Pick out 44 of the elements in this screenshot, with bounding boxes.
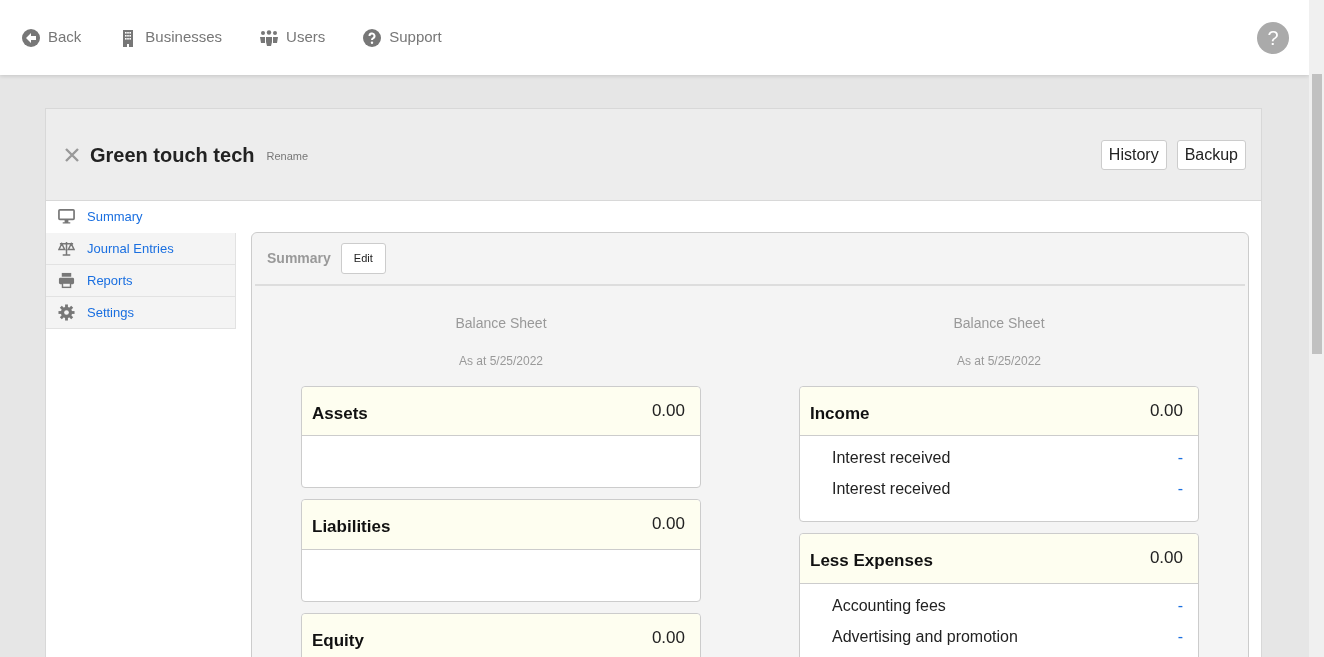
section-name: Liabilities	[312, 516, 391, 538]
section-name: Less Expenses	[810, 550, 933, 572]
section-name: Income	[810, 402, 870, 425]
section-total: 0.00	[1149, 547, 1183, 569]
users-icon	[260, 28, 279, 47]
nav-link[interactable]: Support	[363, 26, 442, 49]
printer-icon	[58, 272, 75, 289]
sidebar-item[interactable]: Settings	[46, 297, 236, 329]
section-total: 0.00	[651, 399, 685, 422]
report-title: Balance Sheet	[953, 313, 1045, 333]
report-title: Balance Sheet	[455, 313, 547, 333]
nav-link[interactable]: Users	[260, 26, 326, 49]
settings-icon	[58, 304, 75, 321]
account-name: Accounting fees	[832, 595, 946, 616]
help-icon	[363, 28, 382, 47]
section-total: 0.00	[651, 513, 685, 535]
sidebar-item[interactable]: Journal Entries	[46, 233, 236, 265]
account-value[interactable]: -	[1177, 593, 1183, 625]
close-icon[interactable]	[64, 146, 80, 163]
account-value[interactable]: -	[1177, 624, 1183, 656]
rename-link[interactable]: Rename	[266, 148, 309, 165]
business-name: Green touch tech	[90, 142, 255, 168]
section-total: 0.00	[651, 626, 685, 649]
account-value[interactable]: -	[1177, 446, 1183, 477]
scale-icon	[58, 240, 75, 257]
sidebar-item[interactable]: Reports	[46, 265, 236, 297]
scrollbar[interactable]	[1309, 0, 1324, 657]
action-button[interactable]: History	[1100, 139, 1167, 170]
account-name: Advertising and promotion	[832, 626, 1018, 647]
summary-title: Summary	[267, 248, 331, 268]
account-name: Interest received	[832, 479, 951, 499]
account-name: Interest received	[832, 448, 951, 468]
section-total: 0.00	[1149, 399, 1183, 422]
account-value[interactable]: -	[1177, 477, 1183, 508]
section-name: Equity	[312, 629, 364, 652]
edit-button[interactable]: Edit	[340, 243, 386, 274]
back-icon	[22, 28, 40, 47]
monitor-icon	[58, 208, 75, 225]
nav-link[interactable]: Businesses	[119, 26, 223, 49]
nav-link[interactable]: Back	[22, 26, 82, 49]
report-date: As at 5/25/2022	[458, 352, 544, 370]
action-button[interactable]: Backup	[1176, 139, 1246, 170]
section-name: Assets	[312, 402, 368, 425]
report-date: As at 5/25/2022	[956, 352, 1042, 370]
